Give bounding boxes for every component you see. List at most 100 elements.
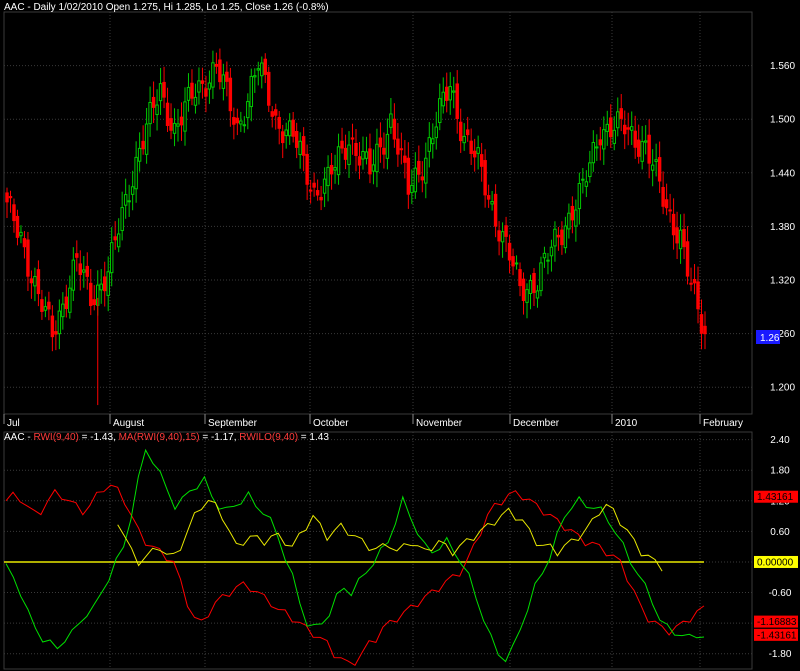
- candle-body: [399, 148, 404, 151]
- candle-body: [588, 162, 592, 178]
- candle-body: [155, 104, 159, 116]
- candle-body: [315, 190, 320, 196]
- candle-body: [158, 83, 163, 102]
- candle-body: [626, 127, 630, 130]
- candle-body: [228, 77, 233, 112]
- candle-body: [465, 129, 470, 136]
- candle-body: [141, 140, 145, 150]
- candle-body: [284, 129, 288, 137]
- candle: [267, 66, 271, 112]
- candle-body: [144, 123, 149, 155]
- candle-body: [682, 229, 686, 248]
- candle-body: [12, 204, 16, 222]
- candle-body: [602, 129, 606, 150]
- candle-body: [661, 186, 665, 207]
- candle-body: [235, 117, 240, 124]
- x-tick-label: 2010: [615, 418, 638, 429]
- indicator-value-badge-text: 1.43161: [757, 492, 794, 503]
- candle-body: [518, 269, 522, 287]
- candle-body: [504, 225, 508, 237]
- candle-body: [263, 58, 267, 75]
- candle-body: [113, 236, 117, 241]
- candle-body: [274, 109, 278, 116]
- price-y-tick-label: 1.560: [770, 61, 795, 72]
- candle-body: [528, 280, 533, 294]
- candle-body: [424, 157, 428, 184]
- candle-body: [68, 287, 72, 313]
- indicator-header-part: AAC -: [4, 432, 33, 443]
- candle-body: [15, 215, 20, 238]
- candle-body: [500, 231, 505, 243]
- candle-body: [629, 126, 634, 131]
- candle-body: [92, 299, 96, 306]
- candle-body: [78, 263, 83, 275]
- candle-body: [85, 265, 89, 277]
- candle-body: [389, 113, 393, 128]
- candle-body: [64, 296, 69, 309]
- candle-body: [567, 212, 571, 230]
- candle-body: [563, 225, 568, 249]
- x-tick-label: Jul: [7, 418, 20, 429]
- candle-body: [364, 151, 369, 159]
- candle-body: [267, 71, 271, 106]
- candle-body: [441, 91, 445, 107]
- candle-body: [239, 120, 243, 125]
- x-tick-label: February: [703, 418, 743, 429]
- candle-body: [172, 122, 177, 134]
- candle-body: [22, 238, 27, 248]
- candle-body: [179, 116, 184, 126]
- candle-body: [165, 102, 170, 126]
- candle-body: [8, 196, 13, 199]
- candle-body: [197, 80, 201, 93]
- indicator-y-tick-label: 0.60: [770, 527, 790, 538]
- indicator-header-part: RWI(9,40): [33, 432, 78, 443]
- x-tick-label: August: [113, 418, 144, 429]
- candle-body: [623, 124, 627, 135]
- candle-body: [696, 281, 700, 310]
- candle-body: [685, 241, 690, 277]
- candle-body: [130, 186, 135, 195]
- candle-body: [434, 126, 438, 139]
- candle-body: [668, 209, 672, 212]
- candle-body: [218, 59, 222, 83]
- indicator-header-part: = 1.43: [298, 432, 329, 443]
- candle-body: [476, 147, 480, 154]
- candle-body: [26, 239, 30, 277]
- indicator-value-badge-text: -1.16883: [757, 617, 797, 628]
- candle-body: [127, 200, 131, 203]
- candle-body: [532, 272, 536, 293]
- candle-body: [211, 62, 215, 88]
- x-tick-label: September: [208, 418, 258, 429]
- indicator-header-part: = -1.17,: [200, 432, 240, 443]
- candle-body: [595, 146, 599, 149]
- candle-body: [556, 234, 561, 238]
- price-y-tick-label: 1.440: [770, 168, 795, 179]
- candle-body: [375, 143, 379, 173]
- candle-body: [570, 205, 575, 221]
- candle-body: [469, 140, 473, 154]
- candle-body: [678, 229, 683, 250]
- candle-body: [657, 157, 662, 182]
- candle-body: [591, 141, 596, 164]
- candle-body: [438, 98, 442, 123]
- candle-body: [699, 314, 704, 334]
- candle-body: [319, 196, 323, 201]
- candle-body: [75, 253, 79, 258]
- indicator-value-badge: -1.43161: [754, 628, 798, 641]
- candle-body: [249, 75, 254, 108]
- candle-body: [675, 227, 679, 244]
- candle-body: [431, 138, 435, 145]
- candle-body: [29, 278, 34, 284]
- candle-body: [308, 189, 313, 192]
- candle-body: [204, 88, 208, 97]
- candle-body: [148, 102, 152, 125]
- candle-body: [392, 118, 397, 140]
- x-tick-label: October: [313, 418, 349, 429]
- candle-body: [322, 178, 327, 194]
- candle-body: [347, 144, 351, 165]
- candle-body: [542, 252, 547, 259]
- candle-body: [5, 192, 9, 203]
- candle-body: [246, 101, 250, 119]
- candle-body: [486, 195, 491, 200]
- candle-body: [186, 86, 191, 101]
